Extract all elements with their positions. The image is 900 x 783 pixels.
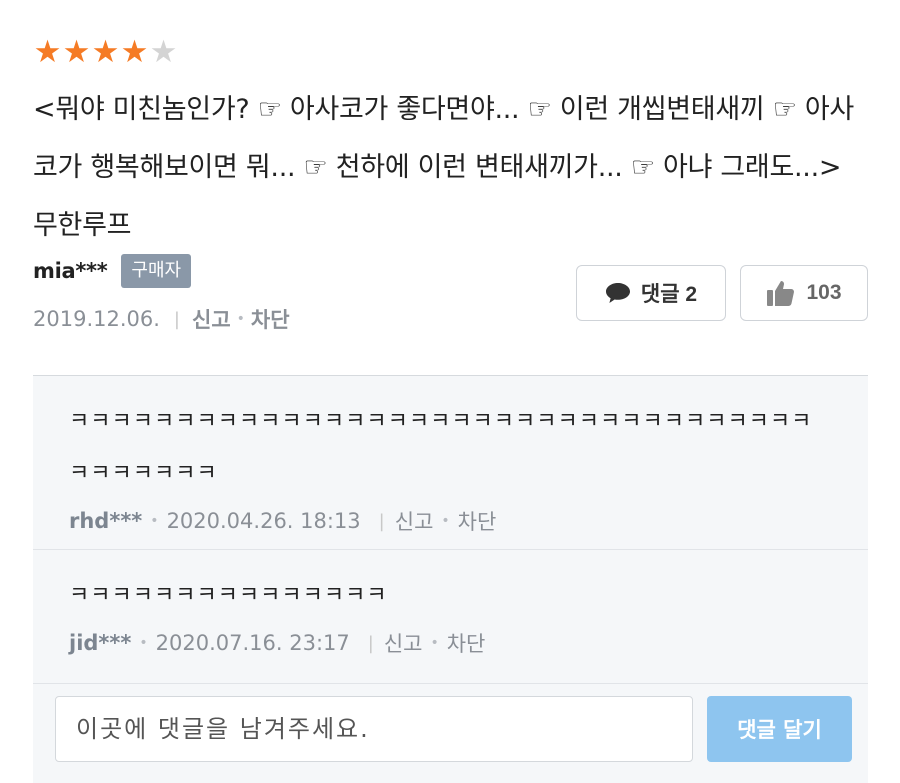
like-button[interactable]: 103	[740, 265, 868, 321]
comment-item: ㅋㅋㅋㅋㅋㅋㅋㅋㅋㅋㅋㅋㅋㅋㅋㅋㅋㅋㅋㅋㅋㅋㅋㅋㅋㅋㅋㅋㅋㅋㅋㅋㅋㅋㅋㅋㅋㅋㅋㅋ…	[33, 376, 868, 550]
dot-separator: •	[139, 635, 148, 651]
dot-separator: •	[236, 311, 245, 327]
like-count: 103	[806, 281, 842, 304]
comment-form: 댓글 달기	[55, 696, 855, 762]
star-rating: ★ ★ ★ ★ ★	[33, 36, 873, 68]
comment-item: ㅋㅋㅋㅋㅋㅋㅋㅋㅋㅋㅋㅋㅋㅋㅋ jid*** • 2020.07.16. 23:…	[33, 550, 868, 684]
comment-block-link[interactable]: 차단	[458, 506, 497, 536]
submit-comment-button[interactable]: 댓글 달기	[707, 696, 852, 762]
star-icon: ★	[120, 34, 149, 70]
star-icon: ★	[149, 34, 178, 70]
dot-separator: •	[430, 635, 439, 651]
divider: |	[378, 510, 385, 532]
thumbs-up-icon	[767, 281, 795, 306]
divider: |	[367, 632, 374, 654]
comment-author: rhd***	[69, 509, 143, 533]
review-meta: mia*** 구매자 2019.12.06. | 신고 • 차단 댓글 2 10…	[33, 252, 873, 342]
comments-section: ㅋㅋㅋㅋㅋㅋㅋㅋㅋㅋㅋㅋㅋㅋㅋㅋㅋㅋㅋㅋㅋㅋㅋㅋㅋㅋㅋㅋㅋㅋㅋㅋㅋㅋㅋㅋㅋㅋㅋㅋ…	[33, 375, 868, 783]
comment-toggle-button[interactable]: 댓글 2	[576, 265, 726, 321]
comment-date: 2020.04.26. 18:13	[166, 509, 361, 533]
divider: |	[173, 308, 180, 330]
comment-count-label: 댓글 2	[640, 283, 698, 306]
comment-author: jid***	[69, 631, 132, 655]
speech-bubble-icon	[605, 283, 630, 303]
report-link[interactable]: 신고	[192, 304, 231, 334]
comment-report-link[interactable]: 신고	[384, 628, 423, 658]
comment-block-link[interactable]: 차단	[447, 628, 486, 658]
comment-meta: jid*** • 2020.07.16. 23:17 | 신고 • 차단	[69, 628, 832, 658]
review-author: mia***	[33, 259, 108, 283]
comment-text: ㅋㅋㅋㅋㅋㅋㅋㅋㅋㅋㅋㅋㅋㅋㅋㅋㅋㅋㅋㅋㅋㅋㅋㅋㅋㅋㅋㅋㅋㅋㅋㅋㅋㅋㅋㅋㅋㅋㅋㅋ…	[69, 409, 813, 486]
review-text: <뭐야 미친놈인가? ☞ 아사코가 좋다면야... ☞ 이런 개씹변태새끼 ☞ …	[33, 94, 854, 241]
comment-meta: rhd*** • 2020.04.26. 18:13 | 신고 • 차단	[69, 506, 832, 536]
comment-input[interactable]	[55, 696, 693, 762]
review-date: 2019.12.06.	[33, 307, 160, 331]
buyer-badge: 구매자	[121, 254, 192, 288]
dot-separator: •	[150, 513, 159, 529]
star-icon: ★	[62, 34, 91, 70]
comment-date: 2020.07.16. 23:17	[155, 631, 350, 655]
review: ★ ★ ★ ★ ★ <뭐야 미친놈인가? ☞ 아사코가 좋다면야... ☞ 이런…	[33, 36, 873, 255]
comment-text: ㅋㅋㅋㅋㅋㅋㅋㅋㅋㅋㅋㅋㅋㅋㅋ	[69, 583, 388, 608]
dot-separator: •	[441, 513, 450, 529]
star-icon: ★	[33, 34, 62, 70]
star-icon: ★	[91, 34, 120, 70]
block-link[interactable]: 차단	[251, 304, 290, 334]
comment-report-link[interactable]: 신고	[395, 506, 434, 536]
